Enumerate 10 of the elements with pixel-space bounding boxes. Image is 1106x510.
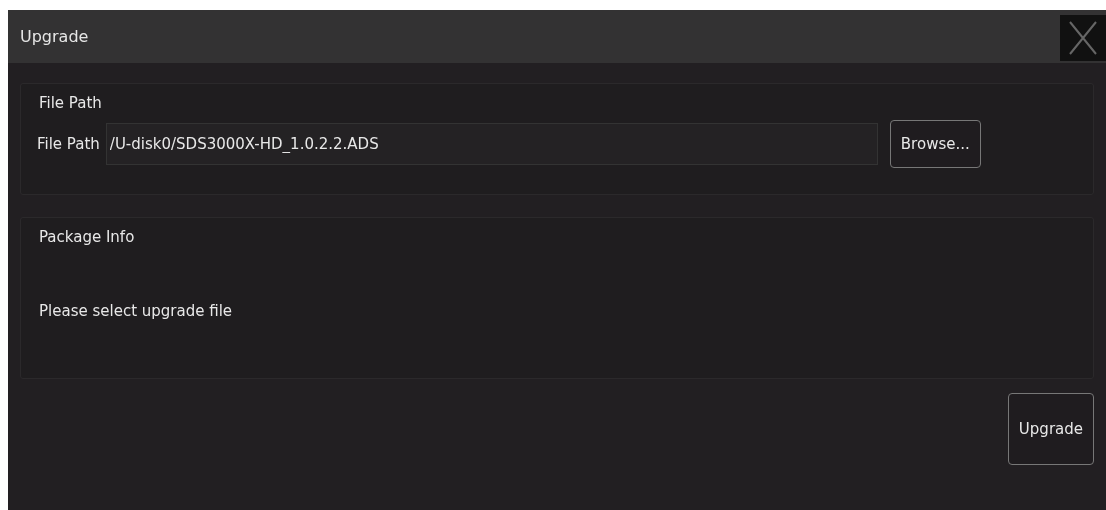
field-label: File Path <box>37 135 100 153</box>
upgrade-button[interactable]: Upgrade <box>1007 393 1094 465</box>
close-icon <box>1069 21 1097 55</box>
close-button[interactable] <box>1060 15 1106 61</box>
file-path-field[interactable]: /U-disk0/SDS3000X-HD_1.0.2.2.ADS <box>105 123 878 165</box>
group-title: Package Info <box>39 228 135 246</box>
status-message: Please select upgrade file <box>39 302 233 320</box>
window-title: Upgrade <box>19 27 89 46</box>
group-title: File Path <box>39 94 102 112</box>
browse-button[interactable]: Browse... <box>889 120 981 168</box>
